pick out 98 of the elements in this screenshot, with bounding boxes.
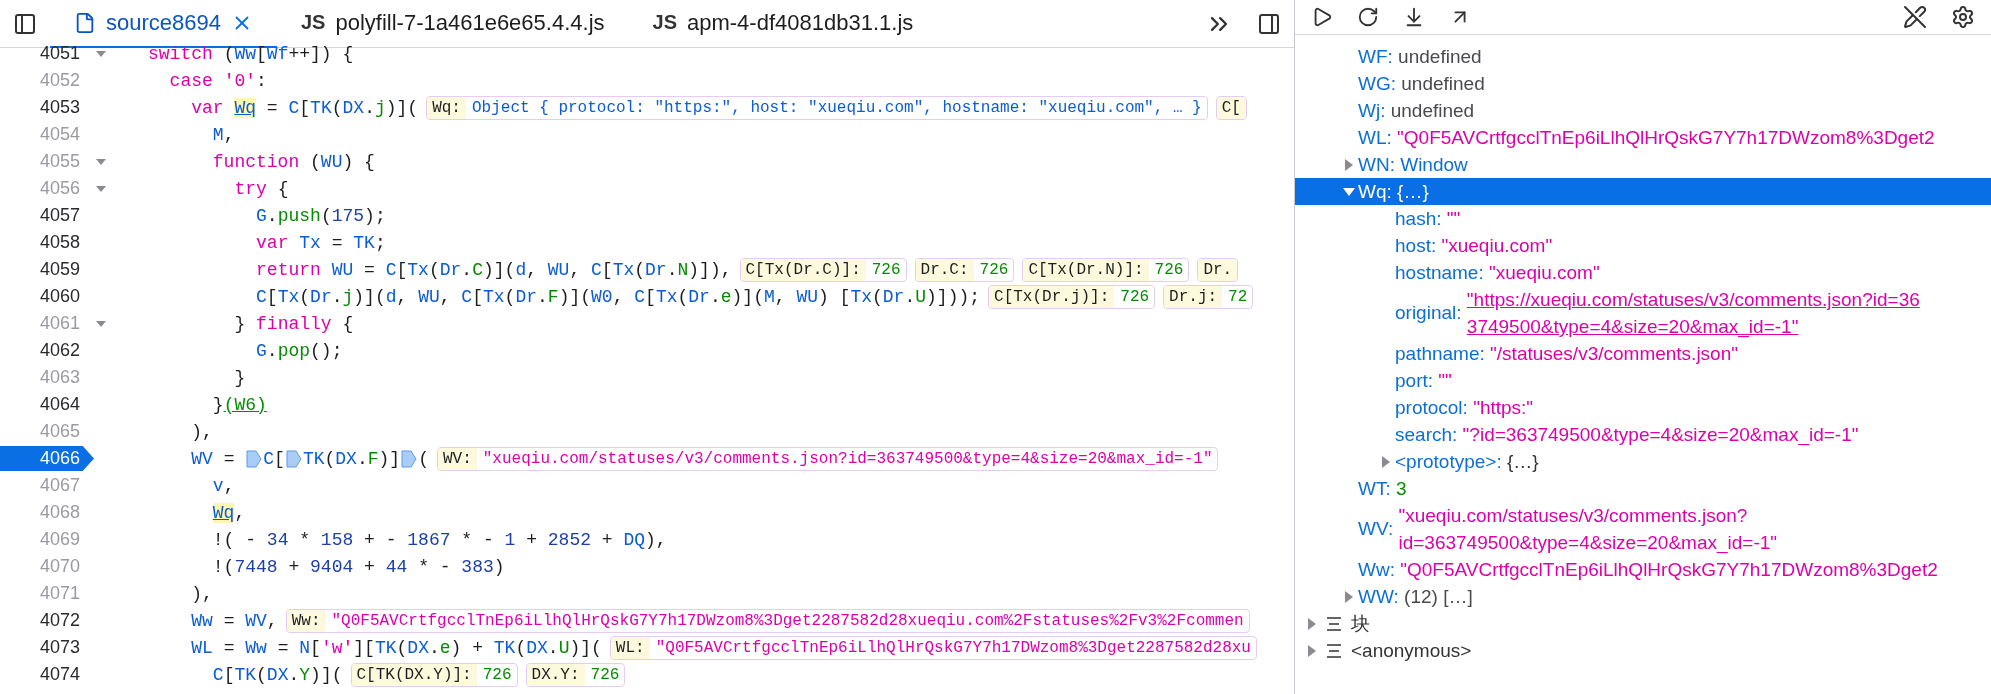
code-text: Ww = WV, <box>190 610 278 631</box>
variable-row[interactable]: port: "" <box>1295 367 1991 394</box>
code-text: }(W6) <box>211 394 267 415</box>
line-number[interactable]: 4064 <box>0 392 84 417</box>
settings-icon[interactable] <box>1951 5 1975 29</box>
variable-row[interactable]: original: "https://xueqiu.com/statuses/v3/comments.json?id=36 3749500&type=4&size=20&max_id=-1" <box>1295 286 1991 340</box>
line-number[interactable]: 4071 <box>0 581 84 606</box>
inline-value: C[Tx(Dr.N)]: 726 <box>1022 257 1190 282</box>
code-text: G.pop(); <box>255 340 343 361</box>
breakpoint-marker-icon[interactable] <box>401 448 418 469</box>
file-icon <box>74 11 96 34</box>
fold-arrow-icon[interactable] <box>95 319 107 328</box>
variable-row[interactable]: hostname: "xueqiu.com" <box>1295 259 1991 286</box>
variable-row[interactable]: WT: 3 <box>1295 475 1991 502</box>
code-text: G.push(175); <box>255 205 386 226</box>
code-text: var Wq = C[TK(DX.j)]( <box>190 97 419 118</box>
variable-row[interactable]: Wq: {…} <box>1295 178 1991 205</box>
code-text: case '0': <box>168 70 267 91</box>
variable-row[interactable]: WV: "xueqiu.com/statuses/v3/comments.json? id=363749500&type=4&size=20&max_id=-1" <box>1295 502 1991 556</box>
variable-row[interactable]: host: "xueqiu.com" <box>1295 232 1991 259</box>
inline-value: DX.Y: 726 <box>525 662 626 687</box>
code-text: var Tx = TK; <box>255 232 386 253</box>
variable-row[interactable]: pathname: "/statuses/v3/comments.json" <box>1295 340 1991 367</box>
code-text: try { <box>233 178 289 199</box>
code-text: function (WU) { <box>211 151 375 172</box>
variable-row[interactable]: <prototype>: {…} <box>1295 448 1991 475</box>
line-number[interactable]: 4067 <box>0 473 84 498</box>
inline-value: Dr.C: 726 <box>914 257 1015 282</box>
code-text: TK(DX.F)] <box>302 448 401 469</box>
variable-row[interactable]: WL: "Q0F5AVCrtfgcclTnEp6iLlhQlHrQskG7Y7h17DWzom8%3Dget2 <box>1295 124 1991 151</box>
code-text: !( - 34 * 158 + - 1867 * - 1 + 2852 + DQ), <box>211 529 667 550</box>
code-text: } <box>233 367 246 388</box>
code-text: ), <box>190 583 213 604</box>
variable-row[interactable]: Wj: undefined <box>1295 97 1991 124</box>
code-text: } finally { <box>233 313 354 334</box>
line-number[interactable]: 4055 <box>0 149 84 174</box>
breakpoint-marker-icon[interactable] <box>246 448 263 469</box>
variable-row[interactable]: hash: "" <box>1295 205 1991 232</box>
inline-value: Dr. <box>1197 257 1239 282</box>
line-number[interactable]: 4052 <box>0 68 84 93</box>
variable-row[interactable]: Ww: "Q0F5AVCrtfgcclTnEp6iLlhQlHrQskG7Y7h17DWzom8%3Dget2 <box>1295 556 1991 583</box>
inline-value: Ww: "Q0F5AVCrtfgcclTnEp6iLlhQlHrQskG7Y7h17DWzom8%3Dget2287582d28xueqiu.com%2Fstatuses%2Fv3%2Fcommen <box>285 608 1250 633</box>
inline-value: C[Tx(Dr.C)]: 726 <box>739 257 907 282</box>
code-text: C[ <box>263 448 285 469</box>
line-number[interactable]: 4056 <box>0 176 84 201</box>
line-number[interactable]: 4065 <box>0 419 84 444</box>
inline-value: WL: "Q0F5AVCrtfgcclTnEp6iLlhQlHrQskG7Y7h17DWzom8%3Dget2287582d28xu <box>609 635 1257 660</box>
panel-icon[interactable] <box>13 11 37 36</box>
inline-value: Dr.j: 72 <box>1163 284 1254 309</box>
inline-value: C[Tx(Dr.j)]: 726 <box>988 284 1156 309</box>
file-tab[interactable]: JS apm-4-df4081db31.1.js <box>628 0 938 48</box>
pen-off-icon[interactable] <box>1903 5 1927 29</box>
scope-icon <box>1325 642 1343 659</box>
code-text: C[Tx(Dr.j)](d, WU, C[Tx(Dr.F)](W0, C[Tx(Dr.e)](M, WU) [Tx(Dr.U)])); <box>255 286 981 307</box>
variable-row[interactable]: search: "?id=363749500&type=4&size=20&max_id=-1" <box>1295 421 1991 448</box>
line-number[interactable]: 4054 <box>0 122 84 147</box>
code-text: ( <box>418 448 429 469</box>
code-text: !(7448 + 9404 + 44 * - 383) <box>211 556 505 577</box>
panel-icon[interactable] <box>1257 11 1281 36</box>
line-number[interactable]: 4058 <box>0 230 84 255</box>
fold-arrow-icon[interactable] <box>95 157 107 166</box>
line-number[interactable]: 4070 <box>0 554 84 579</box>
line-number[interactable]: 4068 <box>0 500 84 525</box>
scope-row[interactable]: <anonymous> <box>1295 637 1991 664</box>
line-number[interactable]: 4053 <box>0 95 84 120</box>
line-number[interactable]: 4057 <box>0 203 84 228</box>
inline-value: Wq: Object { protocol: "https:", host: "xueqiu.com", hostname: "xueqiu.com", … } <box>426 95 1208 120</box>
line-number[interactable]: 4063 <box>0 365 84 390</box>
inline-value: C[ <box>1215 95 1247 120</box>
code-text: C[TK(DX.Y)]( <box>211 664 343 685</box>
variable-row[interactable]: protocol: "https:" <box>1295 394 1991 421</box>
curved-arrow-icon[interactable] <box>1357 6 1379 28</box>
line-number[interactable]: 4069 <box>0 527 84 552</box>
line-number[interactable]: 4066 <box>0 446 94 471</box>
code-text: ), <box>190 421 213 442</box>
breakpoint-marker-icon[interactable] <box>285 448 302 469</box>
line-number[interactable]: 4059 <box>0 257 84 282</box>
fold-arrow-icon[interactable] <box>95 184 107 193</box>
inline-value: C[TK(DX.Y)]: 726 <box>350 662 518 687</box>
code-text: WV = <box>190 448 236 469</box>
line-number[interactable]: 4060 <box>0 284 84 309</box>
scope-icon <box>1325 615 1343 632</box>
variable-row[interactable]: WN: Window <box>1295 151 1991 178</box>
line-number[interactable]: 4072 <box>0 608 84 633</box>
line-number[interactable]: 4062 <box>0 338 84 363</box>
inline-value: WV: "xueqiu.com/statuses/v3/comments.json?id=363749500&type=4&size=20&max_id=-1" <box>436 446 1219 471</box>
code-text: return WU = C[Tx(Dr.C)](d, WU, C[Tx(Dr.N)]), <box>255 259 732 280</box>
code-text: M, <box>211 124 235 145</box>
variable-row[interactable]: WG: undefined <box>1295 70 1991 97</box>
variable-row[interactable]: WF: undefined <box>1295 43 1991 70</box>
scope-row[interactable]: 块 <box>1295 610 1991 637</box>
fold-arrow-icon[interactable] <box>95 49 107 58</box>
code-text: v, <box>211 475 235 496</box>
code-text: WL = Ww = N['w'][TK(DX.e) + TK(DX.U)]( <box>190 637 602 658</box>
variable-row[interactable]: WW: (12) […] <box>1295 583 1991 610</box>
line-number[interactable]: 4073 <box>0 635 84 660</box>
line-number[interactable]: 4061 <box>0 311 84 336</box>
line-number[interactable]: 4074 <box>0 662 84 687</box>
